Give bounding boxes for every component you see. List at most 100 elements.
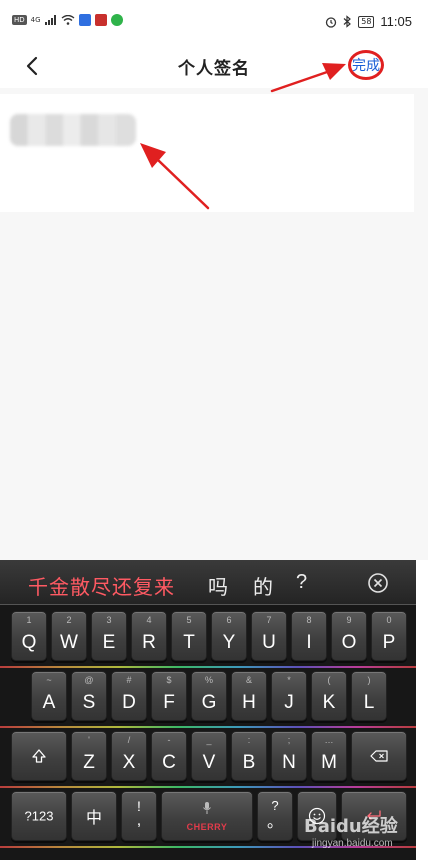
key-e[interactable]: 3E	[91, 611, 127, 661]
key-z[interactable]: ' Z	[71, 731, 107, 781]
key-f[interactable]: $ F	[151, 671, 187, 721]
key-m[interactable]: … M	[311, 731, 347, 781]
key-sub-label: @	[84, 675, 94, 685]
space-key[interactable]: CHERRY	[161, 791, 253, 841]
key-label: ,	[136, 812, 142, 829]
key-label: C	[162, 752, 176, 773]
key-a[interactable]: ~ A	[31, 671, 67, 721]
key-d[interactable]: # D	[111, 671, 147, 721]
key-n[interactable]: ; N	[271, 731, 307, 781]
language-toggle-key[interactable]: 中	[71, 791, 117, 841]
bluetooth-icon	[343, 15, 352, 28]
key-p[interactable]: 0P	[371, 611, 407, 661]
key-sub-label: /	[127, 735, 131, 745]
key-g[interactable]: % G	[191, 671, 227, 721]
key-glow	[0, 786, 416, 788]
key-label: X	[122, 752, 136, 773]
key-label: D	[122, 692, 136, 713]
key-sub-label: 0	[386, 615, 392, 625]
key-label: M	[321, 752, 337, 773]
hd-badge: HD	[12, 15, 27, 25]
key-t[interactable]: 5T	[171, 611, 207, 661]
key-sub-label: 8	[306, 615, 312, 625]
backspace-key[interactable]	[351, 731, 407, 781]
key-sub-label: ?	[271, 798, 279, 813]
candidate-item[interactable]: 的	[253, 571, 273, 600]
key-sub-label: ;	[287, 735, 291, 745]
key-j[interactable]: * J	[271, 671, 307, 721]
key-q[interactable]: 1Q	[11, 611, 47, 661]
network-badge: 4G	[30, 16, 41, 24]
key-l[interactable]: ) L	[351, 671, 387, 721]
key-v[interactable]: _ V	[191, 731, 227, 781]
signature-input[interactable]	[0, 94, 414, 212]
key-c[interactable]: -C	[151, 731, 187, 781]
key-glow	[0, 846, 416, 848]
candidate-item[interactable]: 吗	[208, 571, 228, 600]
app-notification-icon	[78, 14, 91, 26]
close-candidates-button[interactable]	[367, 572, 389, 594]
content-area	[0, 88, 428, 560]
key-label: 中	[85, 810, 102, 827]
key-label: V	[202, 752, 216, 773]
nav-bar: 个人签名 完成	[0, 44, 428, 88]
status-right: 58 11:05	[325, 14, 412, 29]
status-left: HD 4G	[12, 14, 123, 26]
signature-text-blurred	[10, 114, 136, 146]
key-sub-label: 9	[346, 615, 352, 625]
key-label: Y	[222, 632, 236, 653]
status-time: 11:05	[380, 14, 412, 29]
key-label: U	[262, 632, 276, 653]
key-sub-label: 3	[106, 615, 112, 625]
key-k[interactable]: (K	[311, 671, 347, 721]
done-button[interactable]: 完成	[348, 50, 384, 80]
key-sub-label: %	[204, 675, 213, 685]
candidate-item[interactable]: ?	[296, 571, 307, 594]
key-x[interactable]: / X	[111, 731, 147, 781]
key-label: Z	[83, 752, 95, 773]
key-w[interactable]: 2W	[51, 611, 87, 661]
key-label: F	[163, 692, 175, 713]
key-label: N	[282, 752, 296, 773]
key-sub-label: *	[287, 675, 291, 685]
number-mode-key[interactable]: ?123	[11, 791, 67, 841]
key-label: O	[341, 632, 357, 653]
punctuation-key[interactable]: ! ,	[121, 791, 157, 841]
key-sub-label: )	[367, 675, 371, 685]
candidate-bar: 千金散尽还复来 吗 的 ?	[0, 560, 416, 605]
key-h[interactable]: & H	[231, 671, 267, 721]
key-r[interactable]: 4R	[131, 611, 167, 661]
key-o[interactable]: 9O	[331, 611, 367, 661]
key-label: W	[60, 632, 78, 653]
key-u[interactable]: 7U	[251, 611, 287, 661]
key-y[interactable]: 6Y	[211, 611, 247, 661]
question-key[interactable]: ? 。	[257, 791, 293, 841]
key-label: A	[42, 692, 56, 713]
alarm-icon	[326, 16, 337, 28]
key-sub-label: :	[247, 735, 251, 745]
key-label: I	[306, 632, 312, 653]
emoji-key[interactable]	[297, 791, 337, 841]
candidate-primary[interactable]: 千金散尽还复来	[28, 571, 175, 600]
key-label: S	[82, 692, 96, 713]
enter-key[interactable]	[341, 791, 407, 841]
key-b[interactable]: :B	[231, 731, 267, 781]
key-label: G	[201, 692, 217, 713]
shift-icon	[32, 749, 46, 763]
key-s[interactable]: @ S	[71, 671, 107, 721]
key-sub-label: …	[324, 735, 334, 745]
key-label: Q	[21, 632, 37, 653]
key-label: ?123	[24, 808, 54, 824]
key-label: R	[142, 632, 156, 653]
wifi-icon	[61, 15, 74, 25]
key-sub-label: ~	[46, 675, 52, 685]
key-i[interactable]: 8I	[291, 611, 327, 661]
key-label: H	[242, 692, 256, 713]
shift-key[interactable]	[11, 731, 67, 781]
key-label: K	[322, 692, 336, 713]
close-circle-icon	[368, 573, 388, 593]
emoji-icon	[308, 807, 326, 825]
key-label: E	[102, 632, 116, 653]
key-sub-label: 4	[146, 615, 152, 625]
key-sub-label: 1	[26, 615, 32, 625]
